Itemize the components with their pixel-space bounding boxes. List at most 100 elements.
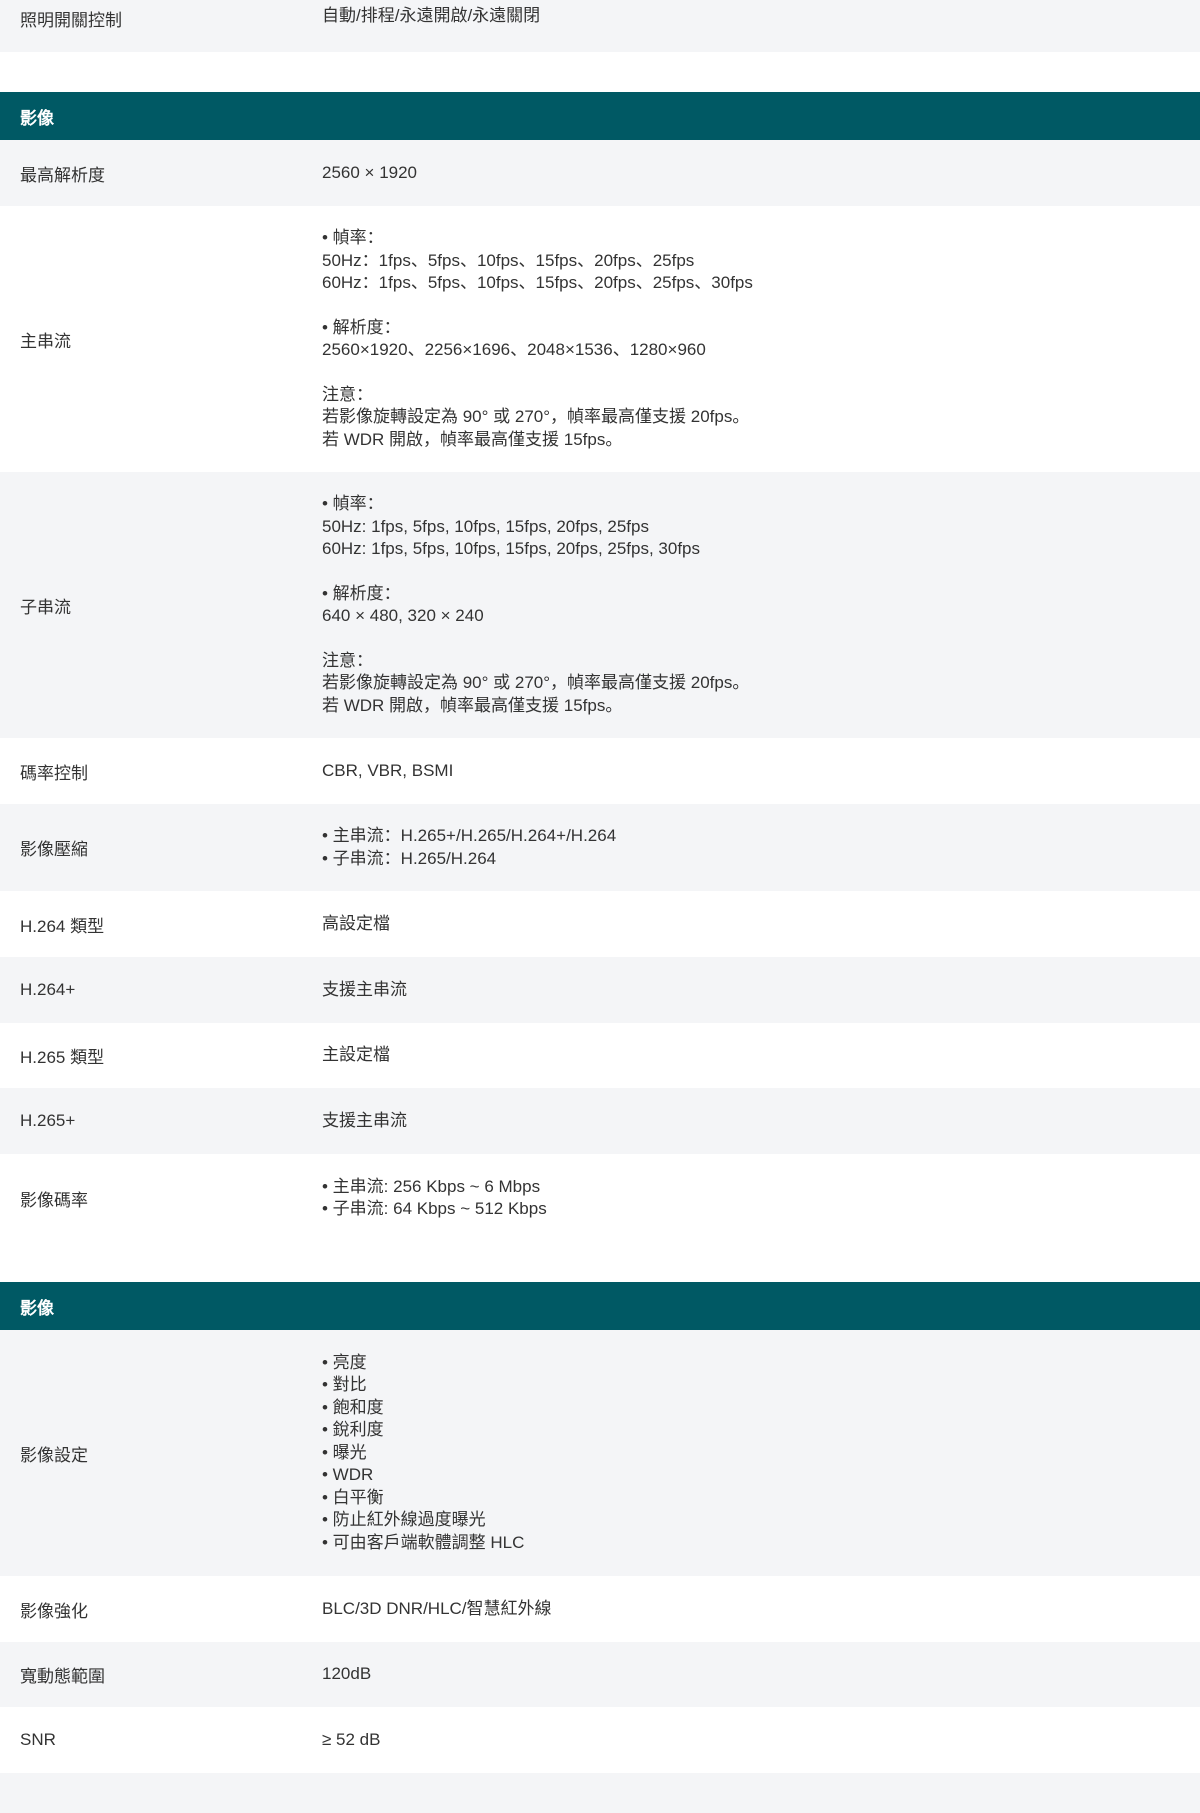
spec-label: H.265+ [0, 1088, 322, 1154]
spec-value-line: • 可由客戶端軟體調整 HLC [322, 1532, 525, 1552]
spec-label: H.265 類型 [0, 1023, 322, 1088]
spec-value: CBR, VBR, BSMI [322, 738, 1200, 804]
spec-value-line: 若 WDR 開啟，幀率最高僅支援 15fps。 [322, 695, 623, 715]
spec-row-partial [0, 1773, 1200, 1813]
spec-row-video-compression: 影像壓縮 • 主串流：H.265+/H.265/H.264+/H.264 • 子… [0, 804, 1200, 891]
spec-label-text: 影像碼率 [20, 1190, 88, 1210]
spec-value: • 亮度 • 對比 • 飽和度 • 銳利度 • 曝光 • WDR • 白平衡 •… [322, 1330, 1200, 1576]
spec-value-line: 高設定檔 [322, 913, 390, 933]
section-header-image: 影像 [0, 1282, 1200, 1330]
spec-row-h265-plus: H.265+ 支援主串流 [0, 1088, 1200, 1154]
spec-row-image-settings: 影像設定 • 亮度 • 對比 • 飽和度 • 銳利度 • 曝光 • WDR • … [0, 1330, 1200, 1576]
spec-label: 影像設定 [0, 1330, 322, 1576]
spec-value-line: • 銳利度 [322, 1420, 384, 1440]
spec-label-text: 碼率控制 [20, 763, 88, 783]
spec-label: 影像壓縮 [0, 804, 322, 891]
spec-label-text: SNR [20, 1730, 56, 1749]
spec-value-line: 640 × 480, 320 × 240 [322, 606, 484, 625]
spec-label-text: H.265+ [20, 1111, 76, 1130]
spec-value-line: • 幀率： [322, 494, 384, 513]
spec-label-text: H.264 類型 [20, 916, 105, 936]
spec-label: 子串流 [0, 472, 322, 738]
spec-label-text: 影像設定 [20, 1445, 88, 1465]
spec-value-line: • 飽和度 [322, 1397, 384, 1417]
spec-row-h264-type: H.264 類型 高設定檔 [0, 891, 1200, 957]
spec-table: 照明開關控制 自動/排程/永遠開啟/永遠關閉 影像 最高解析度 2560 × 1… [0, 0, 1200, 1813]
spec-value-line: • 對比 [322, 1375, 367, 1395]
section-header-video: 影像 [0, 92, 1200, 140]
spec-value-line: 60Hz：1fps、5fps、10fps、15fps、20fps、25fps、3… [322, 273, 753, 292]
spec-value-line: CBR, VBR, BSMI [322, 760, 454, 780]
spec-value-line: ≥ 52 dB [322, 1729, 381, 1749]
spec-label: 照明開關控制 [0, 0, 322, 52]
spec-value: 支援主串流 [322, 1088, 1200, 1154]
spec-label: 主串流 [0, 206, 322, 472]
spec-value-line: 2560 × 1920 [322, 162, 418, 182]
spec-value-line: • 解析度： [322, 583, 401, 603]
spec-value-line: • 防止紅外線過度曝光 [322, 1510, 486, 1530]
spec-row-sub-stream: 子串流 • 幀率： 50Hz: 1fps, 5fps, 10fps, 15fps… [0, 472, 1200, 738]
spec-value-line: 注意： [322, 650, 373, 670]
spec-value-line: 主設定檔 [322, 1045, 390, 1065]
spec-value-line: • 解析度： [322, 317, 401, 337]
spec-value-line: • 主串流：H.265+/H.265/H.264+/H.264 [322, 826, 617, 845]
spec-value: 支援主串流 [322, 957, 1200, 1023]
spec-value-line: 120dB [322, 1664, 372, 1684]
spec-label [0, 1773, 322, 1813]
spec-value: 2560 × 1920 [322, 140, 1200, 206]
spec-row-h264-plus: H.264+ 支援主串流 [0, 957, 1200, 1023]
spec-value-line: 自動/排程/永遠開啟/永遠關閉 [322, 6, 541, 25]
spec-value: BLC/3D DNR/HLC/智慧紅外線 [322, 1576, 1200, 1642]
spec-label: 最高解析度 [0, 140, 322, 206]
spec-row-main-stream: 主串流 • 幀率： 50Hz：1fps、5fps、10fps、15fps、20f… [0, 206, 1200, 472]
spec-label: 影像強化 [0, 1576, 322, 1642]
spec-value-line: • 主串流: 256 Kbps ~ 6 Mbps [322, 1176, 541, 1196]
spec-value-line: 若影像旋轉設定為 90° 或 270°，幀率最高僅支援 20fps。 [322, 673, 750, 692]
spec-label-text: 子串流 [20, 597, 71, 617]
spec-value-line: 支援主串流 [322, 979, 407, 999]
spec-label-text: H.264+ [20, 980, 76, 999]
spec-label: 寬動態範圍 [0, 1642, 322, 1707]
section-title: 影像 [20, 1298, 54, 1318]
spec-value: ≥ 52 dB [322, 1707, 1200, 1773]
spec-value-line: BLC/3D DNR/HLC/智慧紅外線 [322, 1598, 552, 1618]
spec-value-line: • 子串流: 64 Kbps ~ 512 Kbps [322, 1199, 547, 1218]
spec-value-line: • 子串流：H.265/H.264 [322, 848, 497, 868]
spec-label: H.264 類型 [0, 891, 322, 957]
spec-value [322, 1773, 1200, 1813]
spec-row-snr: SNR ≥ 52 dB [0, 1707, 1200, 1773]
spec-value-line: • 白平衡 [322, 1487, 384, 1507]
spec-row-image-enhancement: 影像強化 BLC/3D DNR/HLC/智慧紅外線 [0, 1576, 1200, 1642]
spec-value-line: 2560×1920、2256×1696、2048×1536、1280×960 [322, 340, 706, 359]
spec-value-line: 50Hz：1fps、5fps、10fps、15fps、20fps、25fps [322, 250, 695, 270]
spec-row-max-resolution: 最高解析度 2560 × 1920 [0, 140, 1200, 206]
spec-row-video-bitrate: 影像碼率 • 主串流: 256 Kbps ~ 6 Mbps • 子串流: 64 … [0, 1154, 1200, 1242]
spec-row-bitrate-control: 碼率控制 CBR, VBR, BSMI [0, 738, 1200, 804]
spec-label-text: 主串流 [20, 331, 71, 351]
spec-value: • 主串流: 256 Kbps ~ 6 Mbps • 子串流: 64 Kbps … [322, 1154, 1200, 1242]
spec-label-text: 最高解析度 [20, 165, 105, 185]
spec-value-line: 50Hz: 1fps, 5fps, 10fps, 15fps, 20fps, 2… [322, 516, 649, 536]
spec-row-lighting-control: 照明開關控制 自動/排程/永遠開啟/永遠關閉 [0, 0, 1200, 52]
spec-value-line: • 曝光 [322, 1442, 367, 1462]
section-spacer [0, 1242, 1200, 1282]
section-spacer [0, 52, 1200, 92]
spec-label: 碼率控制 [0, 738, 322, 804]
spec-label: 影像碼率 [0, 1154, 322, 1242]
spec-label-text: 照明開關控制 [20, 11, 122, 30]
spec-value: 120dB [322, 1642, 1200, 1707]
spec-value: 主設定檔 [322, 1023, 1200, 1088]
spec-value-line: • 幀率： [322, 228, 384, 247]
spec-value-line: • 亮度 [322, 1352, 367, 1372]
spec-value-line: • WDR [322, 1465, 374, 1485]
spec-value: • 主串流：H.265+/H.265/H.264+/H.264 • 子串流：H.… [322, 804, 1200, 891]
section-title: 影像 [20, 108, 54, 128]
spec-label-text: 影像壓縮 [20, 840, 88, 859]
spec-value-line: 60Hz: 1fps, 5fps, 10fps, 15fps, 20fps, 2… [322, 539, 701, 558]
spec-label: H.264+ [0, 957, 322, 1023]
spec-value-line: 若影像旋轉設定為 90° 或 270°，幀率最高僅支援 20fps。 [322, 407, 750, 426]
